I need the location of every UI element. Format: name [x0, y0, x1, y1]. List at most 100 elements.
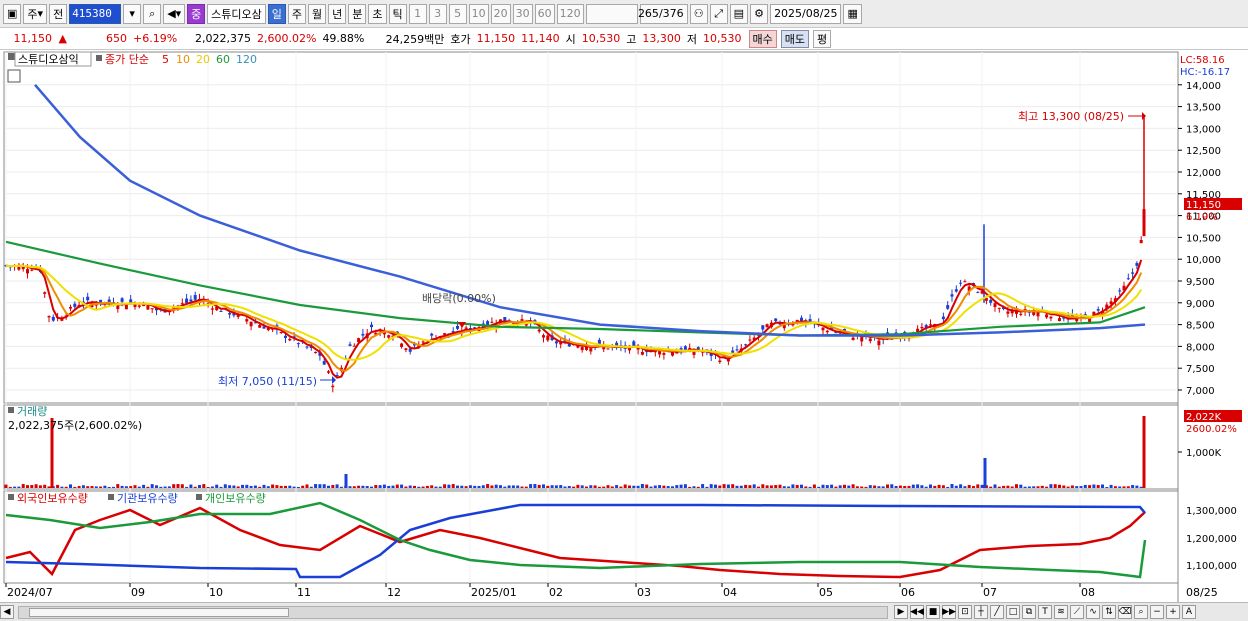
- volume-bar: [305, 484, 309, 488]
- zoom-fit-icon[interactable]: ⊡: [958, 605, 972, 619]
- volume-bar: [567, 486, 571, 488]
- wave-icon[interactable]: ∿: [1086, 605, 1100, 619]
- candle-body: [1118, 290, 1122, 292]
- fib-icon[interactable]: ≋: [1054, 605, 1068, 619]
- candle-body: [69, 306, 72, 309]
- price-tick-label: 9,500: [1186, 277, 1215, 288]
- save-icon[interactable]: ▤: [729, 3, 749, 24]
- tab-period-day[interactable]: 일: [267, 3, 286, 24]
- stock-code-input[interactable]: 415380: [69, 3, 122, 24]
- horizontal-scrollbar[interactable]: [18, 605, 888, 619]
- interval-5[interactable]: 5: [448, 3, 467, 24]
- volume-bar: [288, 485, 292, 488]
- date-tick-label: 03: [637, 586, 651, 599]
- volume-bar: [262, 484, 266, 488]
- volume-bar: [81, 485, 85, 488]
- volume-bar: [468, 485, 472, 488]
- legend-toggle-icon[interactable]: [96, 55, 102, 61]
- draw-line-icon[interactable]: ╱: [990, 605, 1004, 619]
- holding-toggle-icon[interactable]: [8, 494, 14, 500]
- tab-period-second[interactable]: 초: [368, 3, 387, 24]
- volume-bar: [1118, 486, 1122, 488]
- volume-bar: [808, 486, 812, 488]
- volume-bar: [357, 485, 361, 488]
- legend-ma10: 10: [176, 53, 190, 66]
- tab-period-month[interactable]: 월: [308, 3, 327, 24]
- calculator-icon[interactable]: [7, 69, 21, 83]
- play-icon[interactable]: ▶: [894, 605, 908, 619]
- forward-icon[interactable]: ▶▶: [942, 605, 956, 619]
- market-select[interactable]: 주 ▾: [23, 3, 48, 24]
- eraser-icon[interactable]: ⌫: [1118, 605, 1132, 619]
- candle-body: [946, 305, 950, 309]
- interval-120[interactable]: 120: [556, 3, 584, 24]
- calendar-icon[interactable]: ▦: [843, 3, 862, 24]
- rewind-icon[interactable]: ◀◀: [910, 605, 924, 619]
- panel-toggle-icon[interactable]: [8, 53, 15, 60]
- code-dropdown-icon[interactable]: ▾: [123, 3, 142, 24]
- volume-bar: [1040, 485, 1044, 488]
- text-icon[interactable]: T: [1038, 605, 1052, 619]
- volume-bar: [370, 486, 373, 488]
- buy-button[interactable]: 매수: [748, 29, 777, 48]
- volume-bar: [636, 485, 640, 488]
- sell-button[interactable]: 매도: [780, 29, 810, 48]
- volume-bar: [490, 485, 494, 488]
- search-icon[interactable]: ⌕: [143, 3, 162, 24]
- volume-bar: [408, 485, 412, 488]
- tab-period-week[interactable]: 주: [287, 3, 307, 24]
- speaker-icon[interactable]: ◀▾: [163, 3, 186, 24]
- draw-box-icon[interactable]: □: [1006, 605, 1020, 619]
- volume-bar: [843, 484, 846, 488]
- tab-period-tick[interactable]: 틱: [388, 3, 407, 24]
- count-input[interactable]: 265/376: [638, 3, 688, 24]
- candle-body: [146, 305, 150, 310]
- volume-bar: [817, 486, 821, 488]
- volume-toggle-icon[interactable]: [8, 407, 14, 413]
- volume-bar: [163, 486, 167, 488]
- market-label: 주: [27, 7, 38, 21]
- interval-custom-dropdown[interactable]: [585, 3, 638, 24]
- prev-select[interactable]: 전: [49, 3, 68, 24]
- average-button[interactable]: 평: [813, 29, 832, 48]
- zoom-icon[interactable]: ⌕: [1134, 605, 1148, 619]
- interval-1[interactable]: 1: [408, 3, 427, 24]
- compare-icon[interactable]: ⚇: [689, 3, 708, 24]
- candle-body: [137, 305, 141, 307]
- interval-3[interactable]: 3: [428, 3, 447, 24]
- volume-bar: [421, 486, 425, 488]
- scroll-left-icon[interactable]: ◀: [0, 605, 14, 619]
- font-size-icon[interactable]: A: [1182, 605, 1196, 619]
- interval-20[interactable]: 20: [490, 3, 511, 24]
- stop-icon[interactable]: ■: [926, 605, 940, 619]
- interval-30[interactable]: 30: [512, 3, 533, 24]
- volume-bar: [253, 485, 257, 488]
- candle-body: [490, 321, 494, 323]
- date-tick-label: 2025/01: [471, 586, 517, 599]
- tab-period-year[interactable]: 년: [328, 3, 347, 24]
- scale-icon[interactable]: ⇅: [1102, 605, 1116, 619]
- volume-bar: [296, 486, 300, 488]
- copy-icon[interactable]: ⧉: [1022, 605, 1036, 619]
- chart-area[interactable]: 14,000 13,500 13,000 12,500 12,000 11,500 11,0…: [0, 50, 1248, 602]
- candle-body: [456, 325, 459, 329]
- tab-period-minute[interactable]: 분: [348, 3, 367, 24]
- zoom-out-icon[interactable]: −: [1150, 605, 1164, 619]
- volume-bar: [632, 485, 636, 488]
- interval-10[interactable]: 10: [468, 3, 489, 24]
- interval-60[interactable]: 60: [534, 3, 555, 24]
- volume-bar: [967, 484, 971, 488]
- crosshair-icon[interactable]: ┼: [974, 605, 988, 619]
- date-field[interactable]: 2025/08/25: [770, 3, 842, 24]
- low-label: 저: [686, 32, 698, 46]
- trend-icon[interactable]: ⟋: [1070, 605, 1084, 619]
- zoom-in-icon[interactable]: +: [1166, 605, 1180, 619]
- expand-icon[interactable]: ⤢: [709, 3, 728, 24]
- layout-icon[interactable]: ▣: [3, 3, 22, 24]
- volume-bar: [1023, 486, 1027, 488]
- gear-icon[interactable]: ⚙: [750, 3, 769, 24]
- volume-bar: [464, 486, 468, 488]
- scroll-thumb[interactable]: [29, 607, 289, 617]
- volume-bar: [301, 485, 305, 488]
- volume-bar: [245, 484, 249, 488]
